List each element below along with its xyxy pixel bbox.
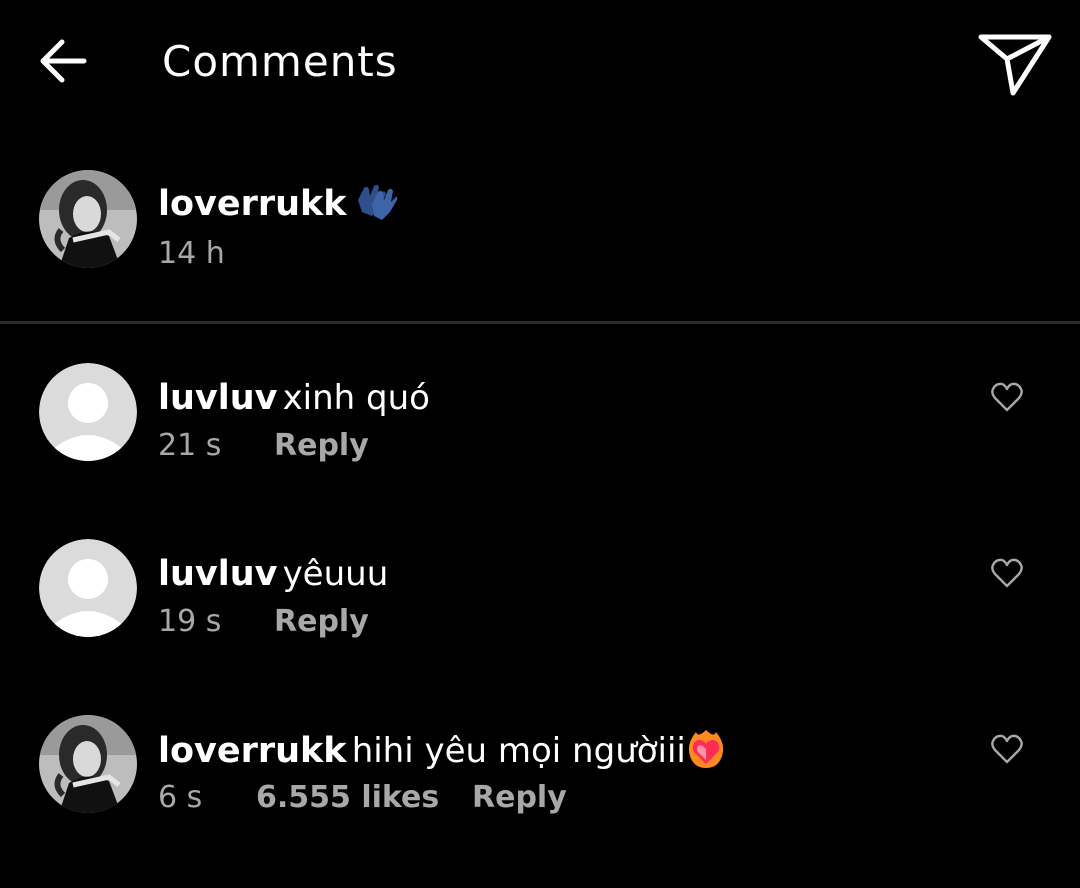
profile-photo (39, 715, 137, 813)
heart-icon (991, 382, 1023, 412)
likes-count[interactable]: 6.555 likes (256, 778, 472, 818)
like-button[interactable] (986, 377, 1028, 417)
comment-text: yêuuu (282, 554, 389, 594)
comment-time: 19 s (158, 604, 222, 639)
comment-time: 21 s (158, 428, 222, 463)
comment-time: 6 s (158, 780, 203, 815)
avatar[interactable] (39, 539, 137, 637)
header-bar: Comments (0, 0, 1080, 126)
comment-username[interactable]: loverrukk (158, 731, 347, 771)
default-avatar-icon (39, 363, 137, 461)
back-button[interactable] (34, 32, 92, 90)
divider (0, 321, 1080, 324)
post-caption: loverrukk 14 h (0, 150, 1080, 320)
heart-icon (991, 734, 1023, 764)
gloves-emoji (352, 182, 398, 239)
reply-button[interactable]: Reply (274, 602, 369, 642)
comment-username[interactable]: luvluv (158, 378, 277, 418)
heart-on-fire-emoji (686, 728, 726, 787)
paper-plane-icon (978, 34, 1052, 96)
arrow-left-icon (40, 39, 87, 83)
heart-icon (991, 558, 1023, 588)
reply-button[interactable]: Reply (472, 778, 567, 818)
reply-button[interactable]: Reply (274, 426, 369, 466)
comment-text: xinh quó (282, 378, 430, 418)
comment-username[interactable]: luvluv (158, 554, 277, 594)
default-avatar-icon (39, 539, 137, 637)
caption-time: 14 h (158, 236, 225, 271)
like-button[interactable] (986, 553, 1028, 593)
avatar[interactable] (39, 363, 137, 461)
avatar[interactable] (39, 715, 137, 813)
caption-username[interactable]: loverrukk (158, 184, 347, 224)
avatar[interactable] (39, 170, 137, 268)
comment-text: hihi yêu mọi ngườiii (351, 731, 686, 771)
page-title: Comments (162, 37, 398, 86)
share-button[interactable] (974, 26, 1056, 100)
profile-photo (39, 170, 137, 268)
like-button[interactable] (986, 729, 1028, 769)
